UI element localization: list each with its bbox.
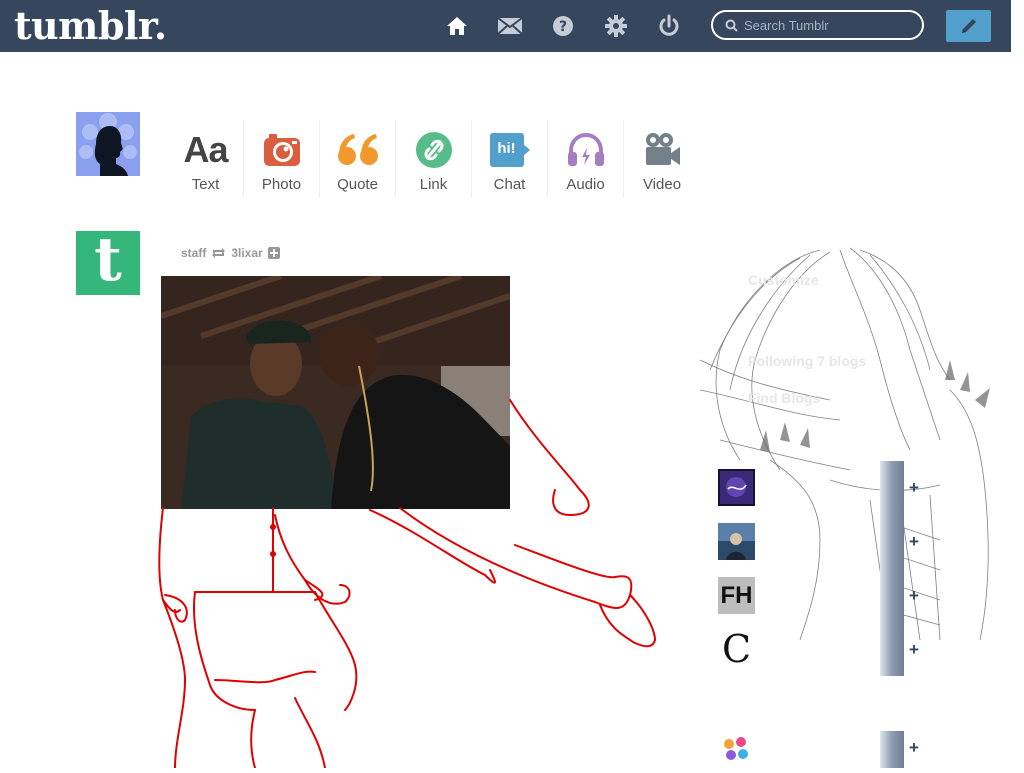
post-type-video[interactable]: Video bbox=[624, 120, 700, 198]
power-icon[interactable] bbox=[655, 12, 683, 40]
post-author-name[interactable]: staff bbox=[181, 246, 206, 260]
post-type-label: Video bbox=[642, 176, 682, 193]
post-type-label: Chat bbox=[493, 176, 526, 193]
camera-icon bbox=[260, 128, 304, 172]
post-type-chat[interactable]: hi! Chat bbox=[472, 120, 548, 198]
recommended-blog-avatar[interactable] bbox=[718, 731, 755, 768]
plus-icon[interactable] bbox=[267, 247, 280, 259]
search-icon bbox=[725, 19, 738, 32]
svg-text:?: ? bbox=[559, 19, 567, 35]
follow-button[interactable]: + bbox=[906, 641, 922, 658]
post-type-text[interactable]: Aa Text bbox=[168, 120, 244, 198]
search-input[interactable] bbox=[742, 16, 916, 34]
doodle-drawing bbox=[155, 380, 695, 769]
follow-button[interactable]: + bbox=[906, 587, 922, 604]
help-icon[interactable]: ? bbox=[549, 12, 577, 40]
video-camera-icon bbox=[640, 128, 684, 172]
gear-icon[interactable] bbox=[602, 12, 630, 40]
mail-icon[interactable] bbox=[496, 12, 524, 40]
post-type-selector: Aa Text Photo Quote Link hi! Chat Audio … bbox=[168, 120, 700, 198]
user-avatar[interactable] bbox=[76, 112, 140, 176]
pencil-icon bbox=[959, 16, 979, 36]
home-icon[interactable] bbox=[443, 12, 471, 40]
post-type-audio[interactable]: Audio bbox=[548, 120, 624, 198]
post-type-label: Link bbox=[419, 176, 448, 193]
recommended-blog-avatar[interactable] bbox=[718, 523, 755, 560]
follow-button[interactable]: + bbox=[906, 739, 922, 756]
reblogged-from-name[interactable]: 3lixar bbox=[231, 246, 262, 260]
top-navigation-bar: tumblr. ? bbox=[0, 0, 1011, 52]
follow-button[interactable]: + bbox=[906, 479, 922, 496]
follow-button[interactable]: + bbox=[906, 533, 922, 550]
post-author-avatar[interactable]: t bbox=[76, 230, 140, 295]
reblog-icon bbox=[211, 247, 226, 259]
post-type-link[interactable]: Link bbox=[396, 120, 472, 198]
post-type-quote[interactable]: Quote bbox=[320, 120, 396, 198]
headphones-icon bbox=[564, 128, 608, 172]
recommended-blogs-strip bbox=[880, 461, 904, 676]
text-icon: Aa bbox=[183, 129, 228, 170]
sidebar-link-following[interactable]: Following 7 blogs bbox=[748, 353, 866, 369]
post-type-label: Audio bbox=[566, 176, 605, 193]
post-type-photo[interactable]: Photo bbox=[244, 120, 320, 198]
sidebar-link-customize[interactable]: Customize bbox=[748, 272, 819, 288]
link-icon bbox=[412, 128, 456, 172]
chat-icon: hi! bbox=[488, 128, 532, 172]
page-scrollbar[interactable] bbox=[1011, 0, 1024, 768]
post-type-label: Photo bbox=[261, 176, 302, 193]
tumblr-logo[interactable]: tumblr. bbox=[14, 4, 167, 48]
recommended-blog-avatar[interactable]: FH bbox=[718, 577, 755, 614]
compose-button[interactable] bbox=[946, 10, 991, 42]
sidebar-link-find-blogs[interactable]: Find Blogs bbox=[748, 390, 820, 406]
post-type-label: Text bbox=[191, 176, 220, 193]
recommended-blog-avatar[interactable] bbox=[718, 469, 755, 506]
post-header: staff 3lixar bbox=[181, 246, 280, 260]
recommended-blogs-strip bbox=[880, 731, 904, 768]
post-type-label: Quote bbox=[337, 176, 378, 193]
recommended-blog-avatar[interactable]: C bbox=[718, 630, 755, 668]
quote-icon bbox=[336, 128, 380, 172]
search-box[interactable] bbox=[711, 10, 924, 40]
